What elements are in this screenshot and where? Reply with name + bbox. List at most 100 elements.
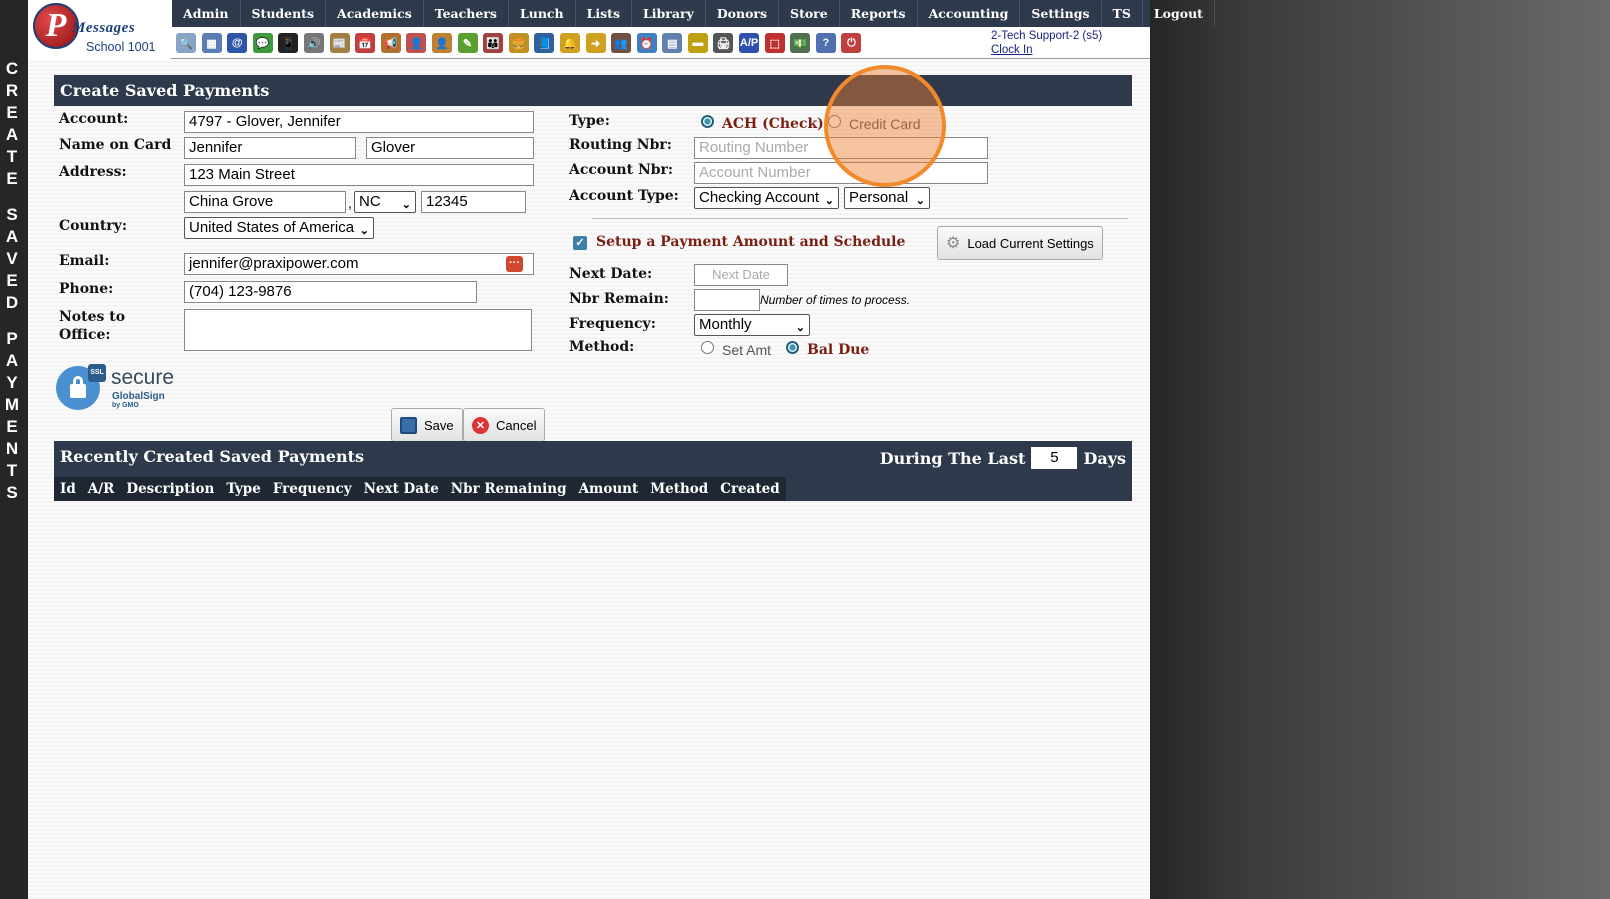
cancel-button[interactable]: ✕ Cancel xyxy=(463,408,546,442)
column-header[interactable]: Nbr Remaining xyxy=(445,477,573,501)
calendar-icon[interactable]: 📅 xyxy=(355,33,376,53)
side-title-letter: R xyxy=(5,81,19,100)
side-title-letter: A xyxy=(5,227,19,246)
document-icon[interactable]: ▤ xyxy=(662,33,683,53)
nbr-remain-field[interactable] xyxy=(694,289,760,311)
help-icon[interactable]: ? xyxy=(815,33,836,53)
nav-item-lists[interactable]: Lists xyxy=(576,0,632,27)
side-title-letter: D xyxy=(5,293,19,312)
side-title-letter: T xyxy=(6,147,18,166)
save-button[interactable]: Save xyxy=(391,408,463,442)
account-type-select[interactable]: Checking Account ⌄ xyxy=(694,187,839,209)
name-on-card-label: Name on Card xyxy=(59,137,172,153)
side-title-letter: P xyxy=(6,329,18,348)
email-menu-icon[interactable]: ··· xyxy=(506,256,523,272)
nav-item-teachers[interactable]: Teachers xyxy=(424,0,509,27)
clock-in-link[interactable]: Clock In xyxy=(991,43,1102,57)
notes-label-2: Office: xyxy=(59,327,111,343)
nav-item-donors[interactable]: Donors xyxy=(706,0,780,27)
pencil-icon[interactable]: ✎ xyxy=(457,33,478,53)
card-icon[interactable]: ▬ xyxy=(687,33,708,53)
country-select[interactable]: United States of America ⌄ xyxy=(184,217,374,239)
lunch-icon[interactable]: 🍔 xyxy=(508,33,529,53)
next-date-field[interactable]: Next Date xyxy=(694,264,788,286)
column-header[interactable]: Amount xyxy=(573,477,645,501)
set-amt-radio[interactable] xyxy=(701,341,714,354)
pdf-icon[interactable]: ⬚ xyxy=(764,33,785,53)
book-icon[interactable]: 📘 xyxy=(534,33,555,53)
column-header[interactable]: Next Date xyxy=(358,477,445,501)
chat-icon[interactable]: 💬 xyxy=(252,33,273,53)
email-field[interactable]: jennifer@praxipower.com xyxy=(184,253,534,275)
family-icon[interactable]: 👪 xyxy=(483,33,504,53)
search-icon[interactable]: 🔍 xyxy=(176,33,196,53)
logo[interactable]: P Messages School 1001 xyxy=(28,0,171,59)
user-name: 2-Tech Support-2 (s5) xyxy=(991,30,1103,42)
side-title-letter: V xyxy=(6,249,18,268)
nav-item-logout[interactable]: Logout xyxy=(1143,0,1215,27)
nav-item-store[interactable]: Store xyxy=(779,0,840,27)
column-header[interactable]: Type xyxy=(220,477,266,501)
side-title-letter: S xyxy=(6,483,18,502)
user-info: 2-Tech Support-2 (s5) Clock In xyxy=(991,29,1102,57)
ach-radio[interactable] xyxy=(701,115,714,128)
last-name-field[interactable]: Glover xyxy=(366,137,534,159)
power-icon[interactable]: ⏻ xyxy=(841,33,862,53)
money-icon[interactable]: 💵 xyxy=(790,33,811,53)
city-field[interactable]: China Grove xyxy=(184,191,346,213)
phone-label: Phone: xyxy=(59,281,114,297)
email-icon[interactable]: @ xyxy=(227,33,248,53)
frequency-select[interactable]: Monthly ⌄ xyxy=(694,314,810,336)
nav-item-settings[interactable]: Settings xyxy=(1020,0,1102,27)
column-header[interactable]: Frequency xyxy=(267,477,358,501)
megaphone-icon[interactable]: 📢 xyxy=(380,33,401,53)
nav-item-reports[interactable]: Reports xyxy=(840,0,918,27)
header: P Messages School 1001 Admin Students Acad… xyxy=(28,0,1215,59)
schedule-label[interactable]: Setup a Payment Amount and Schedule xyxy=(596,234,905,250)
phone-field[interactable]: (704) 123-9876 xyxy=(184,281,477,303)
state-select[interactable]: NC ⌄ xyxy=(354,191,416,213)
notes-field[interactable] xyxy=(184,309,532,351)
nav-item-library[interactable]: Library xyxy=(632,0,706,27)
load-settings-button[interactable]: ⚙ Load Current Settings xyxy=(937,226,1103,260)
chevron-down-icon: ⌄ xyxy=(795,322,805,334)
calendar-grid-icon[interactable]: ▦ xyxy=(201,33,222,53)
ap-icon[interactable]: A/P xyxy=(739,33,760,53)
ach-label[interactable]: ACH (Check) xyxy=(722,116,824,132)
account-field[interactable]: 4797 - Glover, Jennifer xyxy=(184,111,534,133)
account-type-label: Account Type: xyxy=(569,188,679,204)
first-name-field[interactable]: Jennifer xyxy=(184,137,356,159)
people-icon[interactable]: 👥 xyxy=(611,33,632,53)
nav-item-academics[interactable]: Academics xyxy=(326,0,424,27)
column-header[interactable]: Method xyxy=(644,477,714,501)
account-kind-select[interactable]: Personal ⌄ xyxy=(844,187,930,209)
nav-item-accounting[interactable]: Accounting xyxy=(918,0,1021,27)
bell-icon[interactable]: 🔔 xyxy=(559,33,580,53)
side-title-letter xyxy=(0,190,24,204)
nav-item-ts[interactable]: TS xyxy=(1102,0,1143,27)
clock-icon[interactable]: ⏰ xyxy=(636,33,657,53)
student-icon[interactable]: 👤 xyxy=(406,33,427,53)
phone-icon[interactable]: 📱 xyxy=(278,33,299,53)
nav-item-students[interactable]: Students xyxy=(241,0,326,27)
side-title-letter: S xyxy=(6,205,18,224)
nav-item-lunch[interactable]: Lunch xyxy=(509,0,576,27)
column-header[interactable]: A/R xyxy=(82,477,121,501)
zip-field[interactable]: 12345 xyxy=(421,191,526,213)
column-header[interactable]: Description xyxy=(120,477,220,501)
column-header[interactable]: Created xyxy=(714,477,785,501)
arrow-icon[interactable]: ➜ xyxy=(585,33,606,53)
bal-due-label[interactable]: Bal Due xyxy=(807,342,869,358)
nav-item-admin[interactable]: Admin xyxy=(172,0,241,27)
days-input[interactable]: 5 xyxy=(1031,447,1078,469)
schedule-checkbox[interactable]: ✓ xyxy=(573,236,587,250)
during-label: During The Last xyxy=(879,448,1026,468)
street-field[interactable]: 123 Main Street xyxy=(184,164,534,186)
column-header[interactable]: Id xyxy=(54,477,82,501)
teacher-icon[interactable]: 👤 xyxy=(431,33,452,53)
set-amt-label[interactable]: Set Amt xyxy=(722,342,771,358)
bal-due-radio[interactable] xyxy=(786,341,799,354)
speaker-icon[interactable]: 🔊 xyxy=(303,33,324,53)
newsletter-icon[interactable]: 📰 xyxy=(329,33,350,53)
printer-icon[interactable]: 🖨 xyxy=(713,33,734,53)
